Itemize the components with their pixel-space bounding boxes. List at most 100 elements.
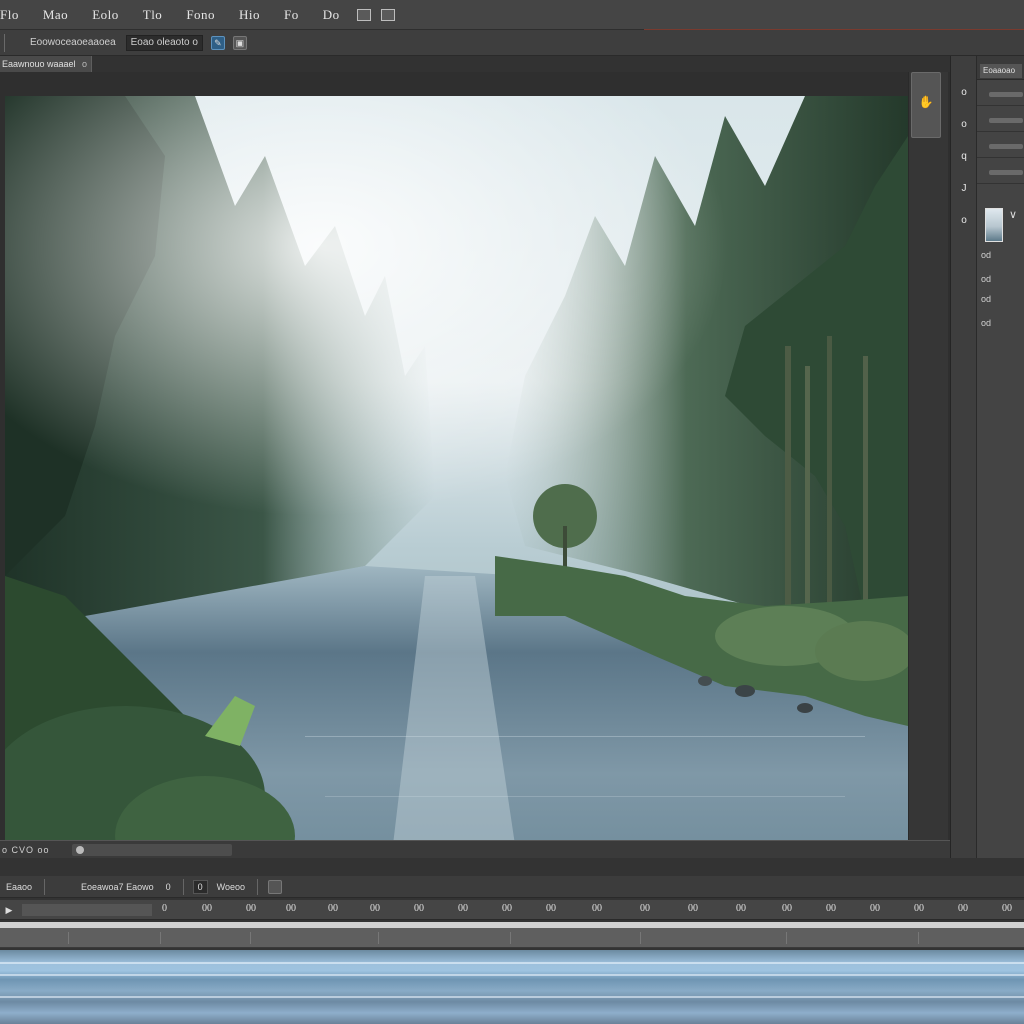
layer-thumbnail[interactable]: [985, 208, 1003, 242]
workspace-icon[interactable]: [356, 8, 371, 21]
tick-label: 00: [458, 903, 468, 914]
panel-slider[interactable]: [989, 92, 1023, 97]
track-segment-marker: [510, 932, 511, 944]
scrollbar-thumb[interactable]: [75, 845, 84, 854]
tick-label: 00: [546, 903, 556, 914]
tick-label: 00: [592, 903, 602, 914]
track-segment-marker: [250, 932, 251, 944]
divider: [182, 878, 184, 895]
menu-bar: Flo Mao Eolo Tlo Fono Hio Fo Do: [0, 0, 1024, 30]
menu-item-filter[interactable]: Fo: [272, 0, 311, 30]
timeline-count: 0: [165, 881, 171, 892]
panel-tabs: Eoaaoao: [977, 56, 1024, 80]
tick-label: 00: [414, 903, 424, 914]
timeline-layer-label[interactable]: Eoeawoa7 Eaowo: [81, 882, 154, 892]
layer-label[interactable]: od: [981, 318, 991, 328]
tick-label: 00: [914, 903, 924, 914]
tick-label: 00: [370, 903, 380, 914]
divider: [256, 878, 258, 895]
tick-label: 00: [286, 903, 296, 914]
track-segment-marker: [378, 932, 379, 944]
track-line: [0, 996, 1024, 998]
menu-item-image[interactable]: Eolo: [80, 0, 131, 30]
canvas-side-strip: ✋: [908, 72, 948, 858]
timeline-toggle-button[interactable]: [267, 879, 282, 894]
history-icon[interactable]: o: [957, 86, 971, 100]
tick-label: 00: [202, 903, 212, 914]
timeline-frame-box[interactable]: 0: [192, 879, 208, 894]
river-landscape-image: [5, 96, 908, 912]
play-icon[interactable]: ▶: [2, 903, 16, 917]
timeline-ruler[interactable]: ▶ 0 00 00 00 00 00 00 00 00 00 00 00 00 …: [0, 900, 1024, 920]
hand-tool-icon: ✋: [918, 95, 934, 109]
timeline-track-blue[interactable]: [0, 950, 1024, 1024]
arrange-icon[interactable]: [380, 8, 395, 21]
options-grip: [4, 33, 10, 52]
canvas-status-bar: o CVO oo: [0, 840, 950, 858]
panel-slider[interactable]: [989, 170, 1023, 175]
canvas-horizontal-scrollbar[interactable]: [71, 843, 232, 856]
panel-slider[interactable]: [989, 118, 1023, 123]
timeline-scrub-area[interactable]: [22, 904, 152, 916]
tick-label: 00: [688, 903, 698, 914]
track-segment-marker: [918, 932, 919, 944]
menu-item-edit[interactable]: Mao: [31, 0, 80, 30]
menu-item-view[interactable]: Do: [311, 0, 352, 30]
document-tab-label: Eaawnouo waaael: [2, 59, 76, 69]
panel-row: [977, 82, 1024, 106]
panel-row: [977, 108, 1024, 132]
chevron-down-icon[interactable]: ∨: [1009, 208, 1017, 221]
track-line: [0, 974, 1024, 976]
timeline-label: Eaaoo: [6, 881, 33, 892]
timeline-panel: Eaaoo Eoeawoa7 Eaowo 0 0 Woeoo ▶ 0 00 00…: [0, 858, 1024, 1024]
track-segment-marker: [160, 932, 161, 944]
panel-row: [977, 134, 1024, 158]
canvas-area: ✋: [0, 72, 950, 912]
document-tab-strip: Eaawnouo waaael o: [0, 56, 950, 72]
tool-preset-label[interactable]: Eoowoceaoeaaoea: [30, 37, 116, 48]
tick-label: 00: [246, 903, 256, 914]
track-segment-marker: [640, 932, 641, 944]
adjustments-icon[interactable]: q: [957, 150, 971, 164]
layers-panel: Eoaaoao ∨ od od od od: [977, 56, 1024, 858]
menu-item-select[interactable]: Hio: [227, 0, 272, 30]
dock-icon-column: o o q J o: [951, 56, 977, 858]
timeline-mode-label[interactable]: Woeoo: [217, 882, 245, 892]
tick-label: 00: [958, 903, 968, 914]
channels-icon[interactable]: o: [957, 214, 971, 228]
layer-label[interactable]: od: [981, 294, 991, 304]
panel-tab[interactable]: Eoaaoao: [980, 64, 1022, 78]
right-dock: o o q J o Eoaaoao ∨ od od od od: [950, 56, 1024, 858]
tick-label: 00: [782, 903, 792, 914]
document-tab-close[interactable]: o: [82, 56, 87, 72]
properties-icon[interactable]: o: [957, 118, 971, 132]
timeline-track-gray[interactable]: [0, 928, 1024, 948]
tool-option-button[interactable]: ▣: [232, 35, 247, 50]
zoom-readout[interactable]: o CVO oo: [2, 845, 50, 855]
divider: [44, 878, 46, 895]
options-bar: Eoowoceaoeaaoea Eoao oleaoto o ✎ ▣: [0, 30, 1024, 56]
tick-label: 00: [870, 903, 880, 914]
menu-item-layer[interactable]: Tlo: [131, 0, 175, 30]
options-field[interactable]: Eoao oleaoto o: [125, 34, 203, 51]
track-line: [0, 962, 1024, 964]
tool-mode-button[interactable]: ✎: [210, 35, 225, 50]
layer-label[interactable]: od: [981, 250, 991, 260]
tick-label: 00: [502, 903, 512, 914]
timeline-header: Eaaoo Eoeawoa7 Eaowo 0 0 Woeoo: [0, 876, 1024, 898]
tick-label: 00: [826, 903, 836, 914]
layers-icon[interactable]: J: [957, 182, 971, 196]
menu-item-type[interactable]: Fono: [174, 0, 227, 30]
tick-label: 00: [736, 903, 746, 914]
tick-label: 00: [640, 903, 650, 914]
image-canvas[interactable]: [5, 96, 908, 912]
document-tab[interactable]: Eaawnouo waaael o: [0, 56, 92, 72]
track-segment-marker: [786, 932, 787, 944]
track-segment-marker: [68, 932, 69, 944]
tick-label: 00: [1002, 903, 1012, 914]
panel-slider[interactable]: [989, 144, 1023, 149]
layer-label[interactable]: od: [981, 274, 991, 284]
menu-item-file[interactable]: Flo: [0, 0, 31, 30]
options-field-caret: o: [192, 36, 198, 48]
canvas-side-handle[interactable]: ✋: [911, 72, 941, 138]
